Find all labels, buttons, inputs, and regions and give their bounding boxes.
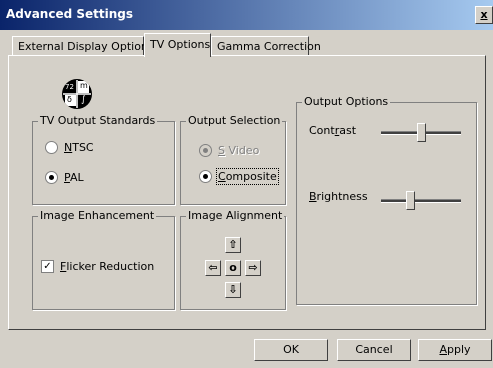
pal-radio-circle[interactable] xyxy=(45,171,58,184)
brightness-label: Brightness xyxy=(309,190,368,203)
driver-logo-icon: 72 m δ ∫ xyxy=(62,79,92,109)
image-enhancement-legend: Image Enhancement xyxy=(38,209,157,222)
cancel-button[interactable]: Cancel xyxy=(337,339,411,361)
image-enhancement-group: Image Enhancement ✓ Flicker Reduction xyxy=(32,209,175,310)
align-down-arrow-icon[interactable]: ⇩ xyxy=(225,282,241,298)
window-title: Advanced Settings xyxy=(6,7,134,21)
flicker-reduction-checkmark-icon[interactable]: ✓ xyxy=(41,260,54,273)
brightness-slider-thumb[interactable] xyxy=(406,191,415,210)
close-button[interactable]: x xyxy=(475,6,493,24)
tab-tv-options[interactable]: TV Options xyxy=(144,33,211,57)
composite-radio-circle[interactable] xyxy=(199,170,212,183)
apply-button[interactable]: Apply xyxy=(418,339,492,361)
output-selection-group: Output Selection S Video Composite xyxy=(180,114,286,205)
svideo-radio: S Video xyxy=(199,144,259,157)
flicker-reduction-label: Flicker Reduction xyxy=(60,260,155,273)
flicker-reduction-checkbox[interactable]: ✓ Flicker Reduction xyxy=(41,260,154,273)
align-up-arrow-icon[interactable]: ⇧ xyxy=(225,237,241,253)
brightness-slider[interactable] xyxy=(381,191,461,211)
output-selection-legend: Output Selection xyxy=(186,114,283,127)
output-options-group: Output Options Contrast Brightness xyxy=(296,95,477,305)
ntsc-radio-circle[interactable] xyxy=(45,141,58,154)
tab-gamma-correction[interactable]: Gamma Correction xyxy=(211,36,321,56)
output-options-legend: Output Options xyxy=(302,95,391,108)
tab-external-display-options[interactable]: External Display Options xyxy=(12,36,154,56)
logo-cell-2: m xyxy=(80,81,88,90)
ok-button[interactable]: OK xyxy=(254,339,328,361)
brightness-slider-track[interactable] xyxy=(381,199,461,203)
align-right-arrow-icon[interactable]: ⇨ xyxy=(245,260,261,276)
image-alignment-legend: Image Alignment xyxy=(186,209,285,222)
image-alignment-group: Image Alignment ⇧ ⇦ o ⇨ ⇩ xyxy=(180,209,286,310)
pal-label: PAL xyxy=(64,171,84,184)
tv-output-standards-legend: TV Output Standards xyxy=(38,114,158,127)
svideo-radio-circle xyxy=(199,144,212,157)
logo-cell-4: ∫ xyxy=(81,95,86,105)
logo-cell-3: δ xyxy=(67,95,72,104)
align-left-arrow-icon[interactable]: ⇦ xyxy=(205,260,221,276)
pal-radio[interactable]: PAL xyxy=(45,171,84,184)
contrast-label: Contrast xyxy=(309,124,357,137)
composite-label: Composite xyxy=(216,168,279,185)
contrast-slider-thumb[interactable] xyxy=(417,123,426,142)
ntsc-radio[interactable]: NTSC xyxy=(45,141,94,154)
align-center-button[interactable]: o xyxy=(225,260,241,276)
contrast-slider[interactable] xyxy=(381,123,461,143)
logo-cell-1: 72 xyxy=(65,83,74,91)
composite-radio[interactable]: Composite xyxy=(199,168,279,185)
tv-output-standards-group: TV Output Standards NTSC PAL xyxy=(32,114,175,205)
ntsc-label: NTSC xyxy=(64,141,94,154)
title-bar: Advanced Settings xyxy=(0,0,493,30)
svideo-label: S Video xyxy=(218,144,260,157)
